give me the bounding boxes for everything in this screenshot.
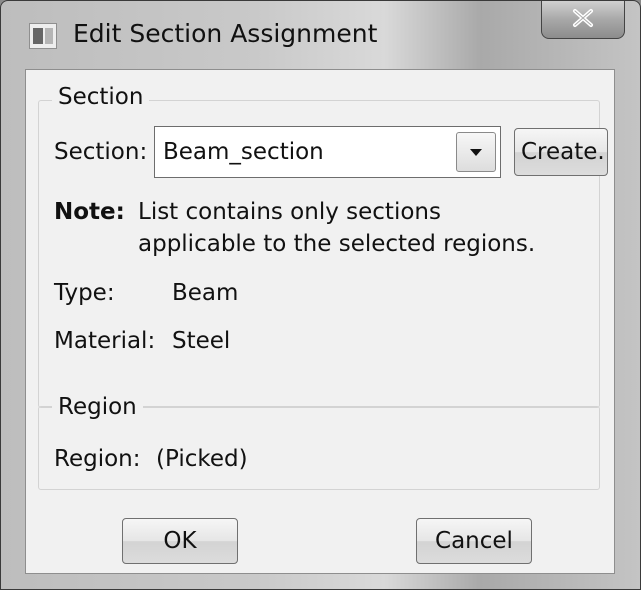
- material-value: Steel: [172, 328, 231, 354]
- dialog-title: Edit Section Assignment: [73, 19, 378, 48]
- close-button[interactable]: [541, 1, 625, 39]
- section-select[interactable]: Beam_section: [154, 126, 501, 178]
- dropdown-button[interactable]: [456, 132, 496, 172]
- dialog-body: Section Section: Beam_section Create... …: [25, 69, 615, 574]
- edit-section-assignment-dialog: Edit Section Assignment Section Section:…: [0, 0, 641, 590]
- type-label: Type:: [54, 280, 115, 306]
- close-icon: [571, 8, 595, 32]
- note-label: Note:: [54, 199, 125, 225]
- material-label: Material:: [54, 328, 156, 354]
- ok-button[interactable]: OK: [122, 518, 238, 564]
- cancel-button[interactable]: Cancel: [416, 518, 532, 564]
- note-text-line1: List contains only sections: [138, 199, 441, 225]
- section-group-legend: Section: [52, 84, 150, 110]
- dialog-app-icon: [29, 23, 57, 49]
- section-select-value: Beam_section: [163, 139, 324, 165]
- type-value: Beam: [172, 280, 239, 306]
- title-bar[interactable]: Edit Section Assignment: [1, 1, 640, 71]
- region-value: (Picked): [156, 446, 248, 472]
- region-label: Region:: [54, 446, 141, 472]
- chevron-down-icon: [470, 149, 482, 156]
- create-section-button[interactable]: Create...: [514, 128, 608, 176]
- region-group-legend: Region: [52, 394, 143, 420]
- note-text-line2: applicable to the selected regions.: [138, 231, 536, 257]
- section-label: Section:: [54, 139, 148, 165]
